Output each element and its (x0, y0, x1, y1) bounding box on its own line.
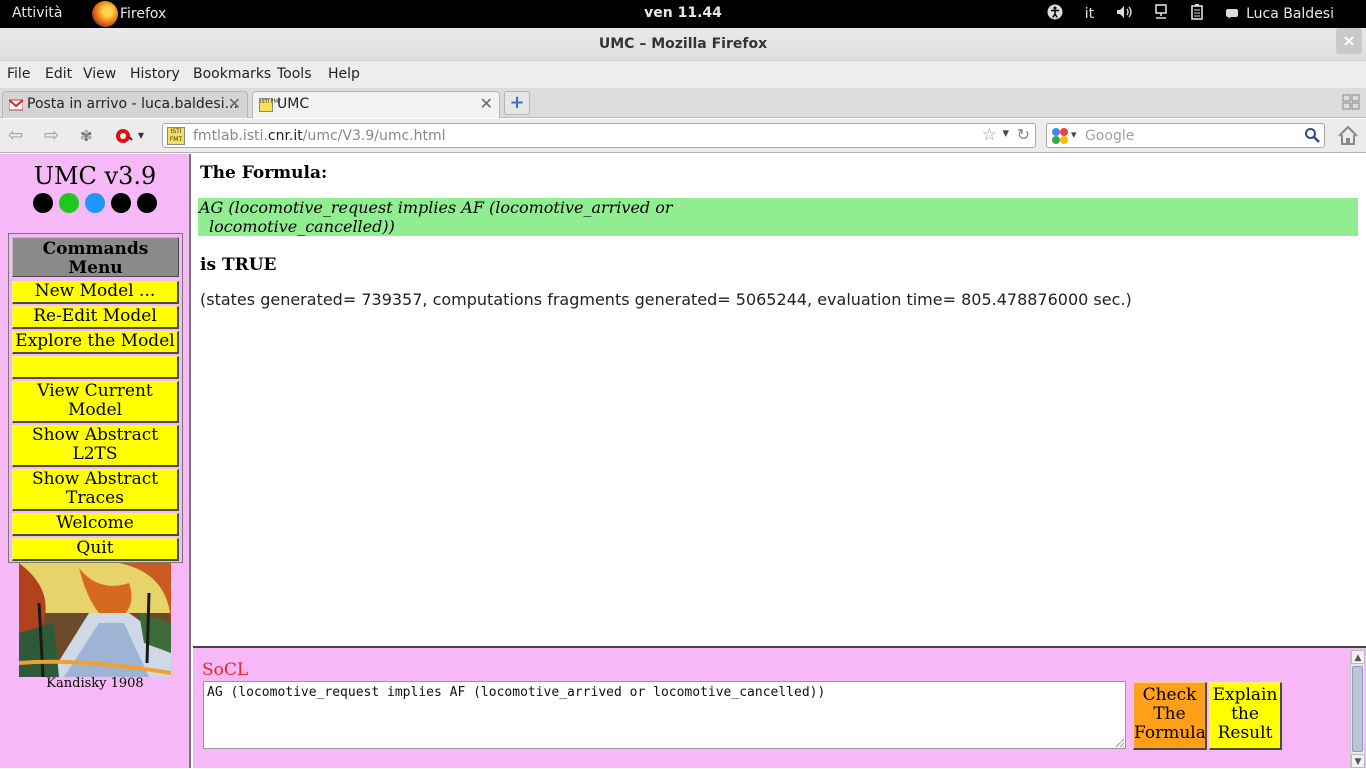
new-model-button[interactable]: New Model ... (12, 281, 179, 304)
status-dot (137, 193, 157, 213)
menu-edit[interactable]: Edit (45, 66, 72, 82)
tab-gmail[interactable]: Posta in arrivo - luca.baldesi... ✕ (2, 91, 248, 118)
status-dots (33, 193, 163, 213)
commands-menu-header: Commands Menu (12, 237, 179, 278)
window-title: UMC – Mozilla Firefox (598, 36, 768, 52)
formula-heading: The Formula: (200, 163, 328, 183)
tab-close-icon[interactable]: ✕ (228, 94, 241, 113)
window-title-bar: UMC – Mozilla Firefox × (0, 28, 1366, 61)
site-identity-icon[interactable]: ISTI FMT (167, 127, 185, 145)
search-bar[interactable]: ▾ Google (1046, 123, 1325, 148)
explore-model-button[interactable]: Explore the Model (12, 331, 179, 354)
network-icon[interactable] (1154, 4, 1168, 24)
scroll-thumb[interactable] (1352, 666, 1363, 752)
tab-groups-icon[interactable]: ✾ (80, 127, 93, 145)
status-dot (59, 193, 79, 213)
addon-dropdown-icon[interactable]: ▾ (138, 128, 144, 142)
forward-button-icon[interactable]: ⇨ (44, 125, 59, 146)
scroll-down-icon[interactable]: ▼ (1351, 754, 1365, 768)
battery-icon[interactable] (1190, 4, 1204, 24)
tab-close-icon[interactable]: ✕ (480, 94, 493, 113)
user-name: Luca Baldesi (1246, 6, 1334, 22)
search-icon[interactable] (1304, 127, 1320, 143)
kandinsky-painting-image (19, 563, 171, 677)
bottom-scrollbar[interactable]: ▲ ▼ (1350, 650, 1365, 768)
result-status: is TRUE (200, 255, 277, 275)
socl-label: SoCL (202, 660, 249, 680)
menu-history[interactable]: History (130, 66, 180, 82)
scroll-up-icon[interactable]: ▲ (1351, 650, 1365, 664)
chat-icon (1226, 9, 1239, 19)
umc-favicon: ISTI FMT (259, 98, 281, 112)
window-close-button[interactable]: × (1336, 28, 1362, 54)
formula-line: locomotive_cancelled)) (209, 217, 395, 236)
show-abstract-traces-button[interactable]: Show Abstract Traces (12, 469, 179, 511)
menu-help[interactable]: Help (328, 66, 360, 82)
bookmark-star-icon[interactable]: ☆ (982, 125, 997, 145)
search-placeholder[interactable]: Google (1085, 128, 1134, 144)
painting-caption: Kandisky 1908 (46, 676, 144, 691)
keyboard-layout[interactable]: it (1085, 6, 1094, 22)
explain-result-button[interactable]: Explain the Result (1209, 682, 1282, 750)
formula-textarea[interactable]: AG (locomotive_request implies AF (locom… (203, 681, 1126, 749)
commands-menu: Commands Menu New Model ... Re-Edit Mode… (8, 233, 183, 563)
user-menu[interactable]: Luca Baldesi (1226, 6, 1356, 22)
accessibility-icon[interactable] (1047, 4, 1063, 24)
result-panel: The Formula: AG (locomotive_request impl… (193, 154, 1366, 646)
menu-tools[interactable]: Tools (277, 66, 312, 82)
tab-umc[interactable]: ISTI FMT UMC ✕ (252, 91, 500, 118)
status-dot (111, 193, 131, 213)
formula-line: AG (locomotive_request implies AF (locom… (199, 198, 673, 217)
url-bar[interactable]: ISTI FMT fmtlab.isti.cnr.it/umc/V3.9/umc… (162, 123, 1036, 148)
status-dot (85, 193, 105, 213)
navigation-toolbar: ⇦ ⇨ ✾ ▾ ISTI FMT fmtlab.isti.cnr.it/umc/… (0, 119, 1366, 153)
view-current-model-button[interactable]: View Current Model (12, 381, 179, 423)
resize-grip-icon[interactable] (1113, 736, 1125, 748)
menu-bar: File Edit View History Bookmarks Tools H… (0, 61, 1366, 88)
addon-icon[interactable] (114, 127, 134, 145)
empty-menu-button[interactable] (12, 356, 179, 379)
reload-icon[interactable]: ↻ (1017, 125, 1030, 144)
system-top-bar: Attività Firefox ven 11.44 it Luca Balde… (0, 0, 1366, 28)
status-dot (33, 193, 53, 213)
url-text[interactable]: fmtlab.isti.cnr.it/umc/V3.9/umc.html (193, 128, 446, 144)
new-tab-button[interactable]: + (504, 91, 530, 115)
tab-label: Posta in arrivo - luca.baldesi... (27, 96, 238, 112)
volume-icon[interactable] (1116, 5, 1132, 23)
tab-label: UMC (277, 96, 310, 112)
evaluation-stats: (states generated= 739357, computations … (200, 290, 1132, 309)
re-edit-model-button[interactable]: Re-Edit Model (12, 306, 179, 329)
back-button-icon[interactable]: ⇦ (8, 125, 23, 146)
commands-sidebar: UMC v3.9 Commands Menu New Model ... Re-… (0, 154, 191, 768)
engine-dropdown-icon[interactable]: ▾ (1071, 128, 1077, 141)
menu-file[interactable]: File (7, 66, 30, 82)
welcome-button[interactable]: Welcome (12, 513, 179, 536)
menu-bookmarks[interactable]: Bookmarks (193, 66, 271, 82)
quit-button[interactable]: Quit (12, 538, 179, 561)
app-title: UMC v3.9 (33, 162, 157, 190)
formula-input-panel: SoCL AG (locomotive_request implies AF (… (193, 646, 1366, 768)
formula-display: AG (locomotive_request implies AF (locom… (198, 198, 1358, 236)
tab-bar: Posta in arrivo - luca.baldesi... ✕ ISTI… (0, 88, 1366, 118)
check-formula-button[interactable]: Check The Formula (1133, 682, 1207, 750)
system-tray: it Luca Baldesi (1047, 0, 1366, 28)
gmail-icon (9, 99, 23, 111)
menu-view[interactable]: View (83, 66, 116, 82)
show-abstract-l2ts-button[interactable]: Show Abstract L2TS (12, 425, 179, 467)
home-icon[interactable] (1336, 124, 1360, 148)
google-engine-icon[interactable] (1051, 127, 1069, 145)
list-all-tabs-icon[interactable] (1342, 94, 1360, 110)
history-dropdown-icon[interactable]: ▾ (1002, 126, 1009, 141)
